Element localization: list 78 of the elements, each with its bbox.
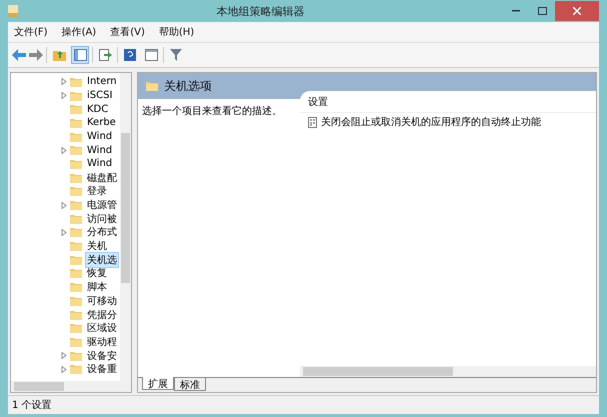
back-arrow-icon[interactable]	[12, 49, 26, 61]
folder-icon	[70, 104, 82, 114]
tree-item[interactable]: 凭据分	[85, 306, 119, 323]
folder-icon	[70, 227, 82, 238]
folder-icon	[70, 214, 82, 224]
tree-item[interactable]: 关机选	[85, 252, 119, 268]
maximize-icon	[538, 7, 546, 15]
folder-icon	[70, 323, 82, 334]
tree-pane-icon[interactable]	[71, 46, 89, 64]
folder-icon	[70, 90, 82, 101]
folder-icon	[70, 254, 82, 265]
menu-item[interactable]: 查看(V)	[110, 25, 145, 39]
folder-icon	[70, 200, 82, 210]
expand-arrow-icon[interactable]	[61, 228, 67, 236]
folder-icon	[70, 145, 82, 156]
tree-item[interactable]: Wind	[85, 157, 114, 170]
forward-arrow-icon[interactable]	[29, 49, 43, 61]
app-icon	[8, 5, 18, 17]
policy-setting-icon	[308, 116, 317, 128]
tree-item[interactable]: 设备重	[85, 361, 119, 378]
help-icon[interactable]	[121, 46, 139, 64]
menu-item[interactable]: 文件(F)	[14, 25, 48, 39]
tree-item[interactable]: Wind	[85, 130, 114, 144]
view-tab[interactable]: 扩展	[142, 377, 174, 390]
tree-item[interactable]: Intern	[85, 75, 119, 88]
description-text: 选择一个项目来查看它的描述。	[142, 106, 282, 117]
tree-item[interactable]: 访问被	[85, 210, 119, 227]
folder-icon	[70, 158, 82, 169]
folder-icon	[70, 282, 82, 292]
tree-item[interactable]: 分布式	[85, 224, 119, 240]
folder-icon	[70, 132, 82, 142]
setting-item[interactable]: 关闭会阻止或取消关机的应用程序的自动终止功能	[321, 115, 541, 129]
tree-item[interactable]: Kerbe	[85, 116, 118, 130]
tree-item[interactable]: 登录	[85, 183, 109, 200]
tree-item[interactable]: 磁盘配	[85, 170, 119, 186]
folder-icon	[70, 310, 82, 320]
folder-icon	[70, 172, 82, 183]
view-icon[interactable]	[142, 46, 160, 64]
horizontal-scrollbar[interactable]	[11, 381, 131, 392]
view-tab[interactable]: 标准	[174, 378, 206, 391]
status-text: 1 个设置	[12, 398, 52, 412]
folder-icon	[70, 296, 82, 306]
folder-icon	[70, 118, 82, 128]
tree-item[interactable]: 可移动	[85, 292, 119, 309]
tree-item[interactable]: iSCSI	[85, 89, 114, 102]
tree-item[interactable]: KDC	[85, 102, 110, 116]
tree-item[interactable]: 设备安	[85, 348, 119, 364]
minimize-icon	[512, 10, 520, 12]
folder-icon	[146, 81, 158, 91]
tree-item[interactable]: 恢复	[85, 265, 109, 282]
close-icon	[573, 7, 581, 15]
tree-item[interactable]: 驱动程	[85, 334, 119, 350]
folder-icon	[70, 241, 82, 252]
window-title: 本地组策略编辑器	[216, 4, 306, 18]
column-header[interactable]: 设置	[300, 91, 596, 113]
tree-item[interactable]: 电源管	[85, 197, 119, 214]
expand-arrow-icon[interactable]	[61, 78, 67, 86]
close-button[interactable]	[555, 1, 599, 21]
folder-icon	[70, 268, 82, 278]
vertical-scrollbar[interactable]	[120, 73, 131, 381]
expand-arrow-icon[interactable]	[61, 202, 67, 209]
menu-item[interactable]: 帮助(H)	[158, 25, 194, 39]
folder-icon	[70, 350, 82, 361]
menu-item[interactable]: 操作(A)	[62, 25, 96, 39]
export-list-icon[interactable]	[96, 46, 114, 64]
expand-arrow-icon[interactable]	[61, 146, 67, 154]
folder-icon	[70, 76, 82, 87]
folder-icon	[70, 364, 82, 374]
expand-arrow-icon[interactable]	[61, 352, 67, 360]
folder-icon	[70, 186, 82, 196]
tree-item[interactable]: 脚本	[85, 279, 109, 296]
expand-arrow-icon[interactable]	[61, 366, 67, 373]
tree-item[interactable]: Wind	[85, 144, 114, 157]
expand-arrow-icon[interactable]	[61, 92, 67, 100]
tree-item[interactable]: 关机	[85, 238, 109, 254]
tree-item[interactable]: 区域设	[85, 320, 119, 336]
horizontal-scrollbar[interactable]	[300, 366, 596, 377]
folder-icon	[70, 336, 82, 347]
